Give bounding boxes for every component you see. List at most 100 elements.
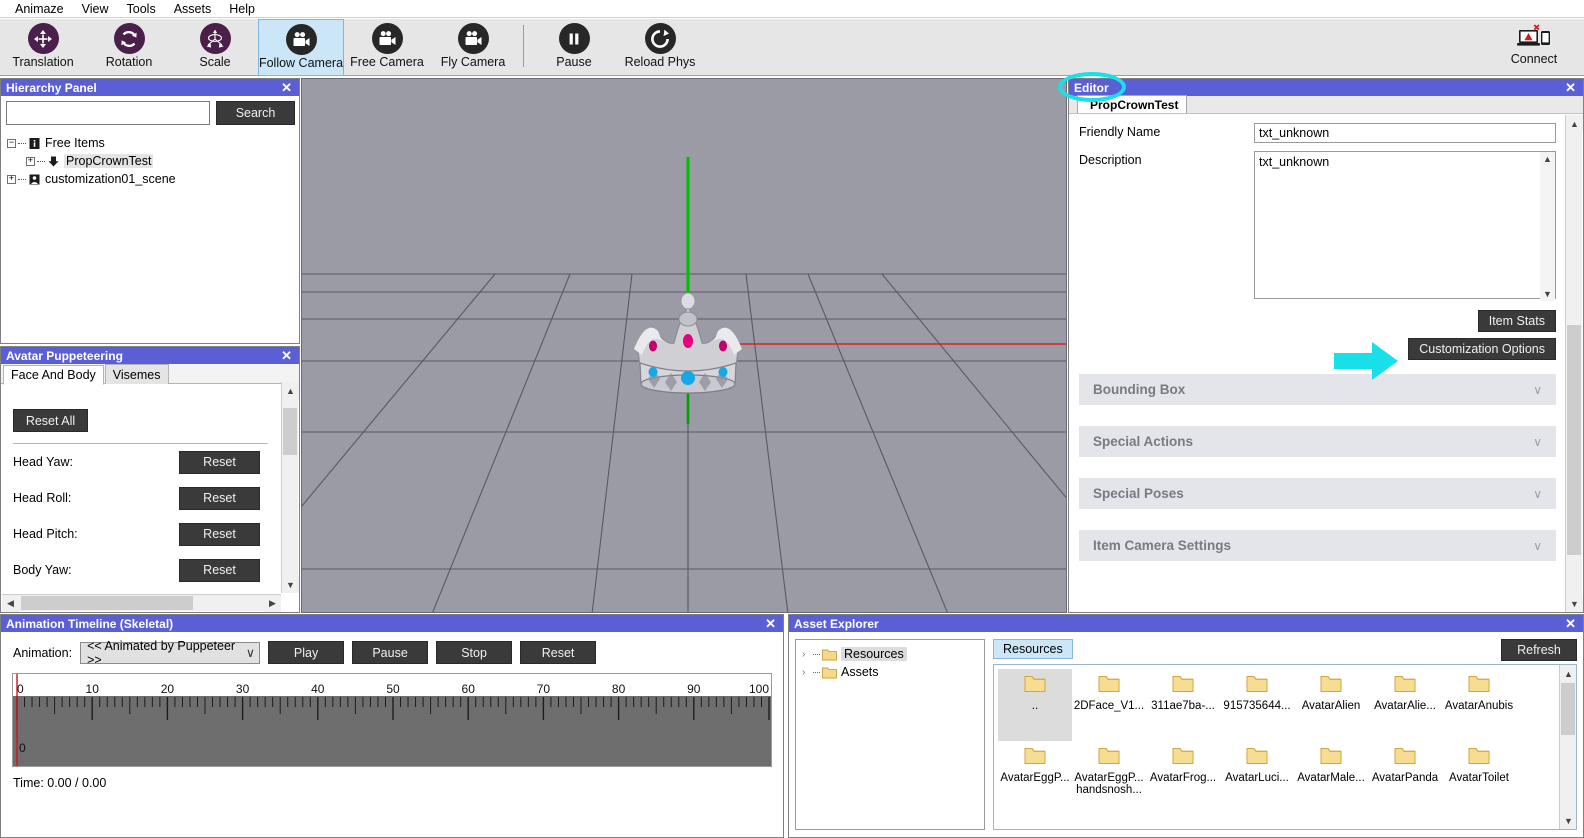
search-button[interactable]: Search [216,101,295,125]
scroll-right-icon[interactable]: ▶ [264,595,281,612]
description-field[interactable] [1254,151,1556,299]
tab-resources[interactable]: Resources [993,639,1073,659]
scroll-up-icon[interactable]: ▲ [282,382,299,399]
scrollbar-thumb[interactable] [1567,325,1581,555]
tool-rotation[interactable]: Rotation [86,19,172,76]
expand-icon[interactable]: + [26,156,35,166]
menu-item-animaze[interactable]: Animaze [6,0,73,18]
reset-head-yaw-button[interactable]: Reset [179,450,260,474]
asset-item[interactable]: AvatarAlie... [1368,669,1442,741]
asset-item[interactable]: AvatarEggP... handsnosh... [1072,741,1146,813]
description-scrollbar[interactable]: ▲ ▼ [1540,152,1555,301]
scroll-left-icon[interactable]: ◀ [2,595,19,612]
tree-item-propcrowntest[interactable]: + PropCrownTest [7,152,299,170]
tree-item-resources[interactable]: › Resources [802,645,984,663]
section-special-actions[interactable]: Special Actions ∨ [1079,426,1556,457]
menu-item-help[interactable]: Help [220,0,264,18]
tool-translation[interactable]: Translation [0,19,86,76]
tree-item-free-items[interactable]: − Free Items [7,134,299,152]
asset-item[interactable]: AvatarFrog... [1146,741,1220,813]
close-icon[interactable]: ✕ [763,617,778,630]
close-icon[interactable]: ✕ [1563,81,1578,94]
refresh-button[interactable]: Refresh [1501,639,1577,661]
close-icon[interactable]: ✕ [1563,617,1578,630]
customization-options-button[interactable]: Customization Options [1408,338,1556,360]
chevron-down-icon[interactable]: ∨ [1533,487,1542,501]
stop-button[interactable]: Stop [436,641,513,664]
expand-icon[interactable]: + [7,174,16,184]
scroll-down-icon[interactable]: ▼ [1566,595,1583,612]
puppeteering-horizontal-scrollbar[interactable]: ◀ ▶ [2,594,281,612]
scrollbar-thumb[interactable] [21,596,193,610]
reset-all-button[interactable]: Reset All [13,409,88,432]
asset-item[interactable]: AvatarMale... [1294,741,1368,813]
tool-pause[interactable]: Pause [531,19,617,76]
tool-free-camera[interactable]: Free Camera [344,19,430,76]
item-stats-button[interactable]: Item Stats [1477,310,1556,332]
tool-fly-camera[interactable]: Fly Camera [430,19,516,76]
scroll-up-icon[interactable]: ▲ [1566,115,1583,132]
scroll-down-icon[interactable]: ▼ [1540,287,1555,301]
section-bounding-box[interactable]: Bounding Box ∨ [1079,374,1556,405]
reset-head-roll-button[interactable]: Reset [179,486,260,510]
section-special-poses[interactable]: Special Poses ∨ [1079,478,1556,509]
scroll-down-icon[interactable]: ▼ [282,576,299,593]
close-icon[interactable]: ✕ [279,81,294,94]
tab-propcrowntest[interactable]: PropCrownTest [1077,95,1188,113]
asset-item[interactable]: AvatarLuci... [1220,741,1294,813]
menu-item-view[interactable]: View [73,0,118,18]
scrollbar-thumb[interactable] [1561,683,1575,735]
close-icon[interactable]: ✕ [279,349,294,362]
chevron-down-icon[interactable]: ∨ [1533,383,1542,397]
asset-item[interactable]: 311ae7ba-... [1146,669,1220,741]
reset-body-yaw-button[interactable]: Reset [179,558,260,582]
scrollbar-thumb[interactable] [283,408,297,455]
tool-follow-camera[interactable]: Follow Camera [258,19,344,76]
section-item-camera-settings[interactable]: Item Camera Settings ∨ [1079,530,1556,561]
collapse-icon[interactable]: − [7,138,16,148]
tree-item-customization01-scene[interactable]: + customization01_scene [7,170,299,188]
play-button[interactable]: Play [268,641,345,664]
puppeteering-vertical-scrollbar[interactable]: ▲ ▼ [281,382,299,593]
asset-item[interactable]: .. [998,669,1072,741]
asset-item[interactable]: AvatarAlien [1294,669,1368,741]
panel-title-text: Asset Explorer [794,616,879,631]
asset-item[interactable]: 915735644... [1220,669,1294,741]
svg-text:20: 20 [161,682,175,696]
menu-item-tools[interactable]: Tools [118,0,165,18]
asset-item[interactable]: AvatarToilet [1442,741,1516,813]
asset-item-label: AvatarEggP... handsnosh... [1074,772,1144,796]
friendly-name-field[interactable] [1254,123,1556,143]
tab-face-and-body[interactable]: Face And Body [3,365,104,385]
prop-icon [47,155,60,168]
animation-select[interactable]: << Animated by Puppeteer >> ∨ [80,638,261,667]
chevron-down-icon[interactable]: ∨ [1533,435,1542,449]
scroll-up-icon[interactable]: ▲ [1560,665,1576,682]
asset-item[interactable]: 2DFace_V1... [1072,669,1146,741]
tool-reload-phys[interactable]: Reload Phys [617,19,703,76]
tree-item-assets[interactable]: › Assets [802,663,984,681]
pause-button[interactable]: Pause [352,641,429,664]
3d-viewport[interactable] [301,78,1067,613]
asset-item[interactable]: AvatarEggP... [998,741,1072,813]
asset-item[interactable]: AvatarAnubis [1442,669,1516,741]
search-input[interactable] [6,101,210,125]
chevron-right-icon[interactable]: › [802,667,813,678]
tab-visemes[interactable]: Visemes [104,364,169,384]
tool-connect[interactable]: Connect [1484,19,1584,76]
timeline-ruler[interactable]: 0 10 20 30 40 50 60 70 80 90 100 0 [12,673,772,767]
chevron-down-icon[interactable]: ∨ [1533,539,1542,553]
tree-connector [18,142,26,144]
reset-button[interactable]: Reset [520,641,597,664]
scroll-up-icon[interactable]: ▲ [1540,152,1555,166]
chevron-right-icon[interactable]: › [802,649,813,660]
asset-item[interactable]: AvatarPanda [1368,741,1442,813]
menu-item-assets[interactable]: Assets [165,0,221,18]
folder-icon [1024,746,1046,768]
tool-scale[interactable]: Scale [172,19,258,76]
asset-grid-scrollbar[interactable]: ▲ ▼ [1559,665,1576,829]
editor-vertical-scrollbar[interactable]: ▲ ▼ [1565,115,1583,612]
reset-head-pitch-button[interactable]: Reset [179,522,260,546]
animation-select-value: << Animated by Puppeteer >> [87,638,236,667]
scroll-down-icon[interactable]: ▼ [1560,812,1576,829]
